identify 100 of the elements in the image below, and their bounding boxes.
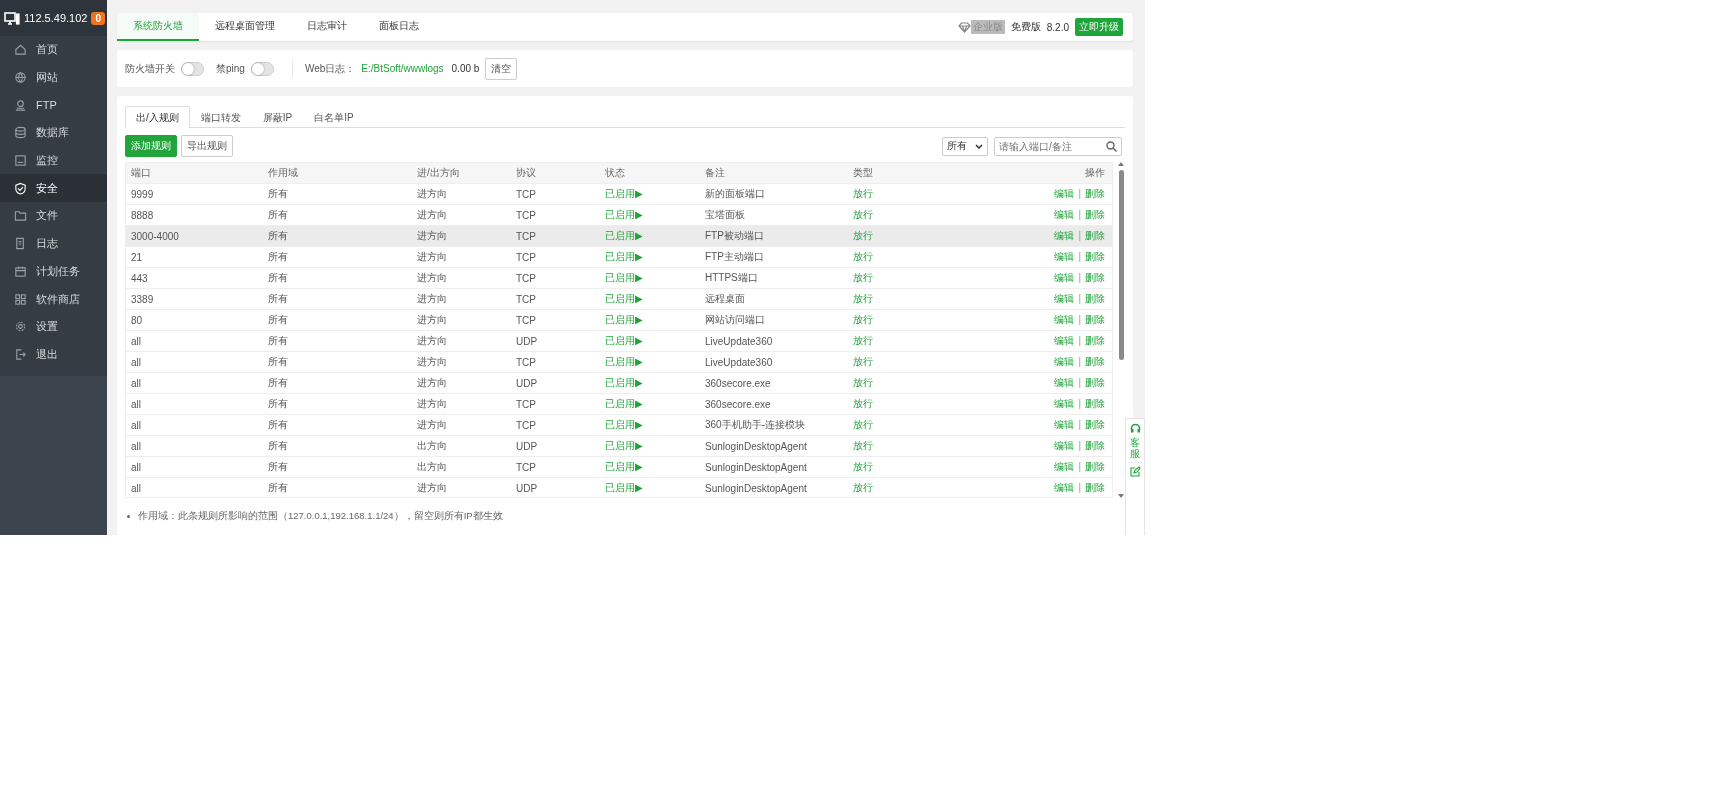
edit-link[interactable]: 编辑: [1054, 335, 1075, 346]
sidebar-item[interactable]: 退出: [0, 340, 107, 369]
status-link[interactable]: 已启用▶: [605, 188, 643, 199]
sidebar-item[interactable]: 首页: [0, 36, 107, 64]
status-link[interactable]: 已启用▶: [605, 398, 643, 409]
table-cell: 进方向: [417, 251, 447, 262]
add-rule-button[interactable]: 添加规则: [125, 135, 177, 157]
filter-dropdown[interactable]: 所有: [942, 136, 988, 156]
status-link[interactable]: 已启用▶: [605, 314, 643, 325]
separator: |: [1078, 377, 1081, 388]
sidebar-item[interactable]: 设置: [0, 312, 107, 341]
status-link[interactable]: 已启用▶: [605, 251, 643, 262]
headset-icon: [1129, 423, 1141, 434]
edit-link[interactable]: 编辑: [1054, 356, 1075, 367]
status-link[interactable]: 已启用▶: [605, 272, 643, 283]
search-icon: [1106, 140, 1117, 152]
status-link[interactable]: 已启用▶: [605, 482, 643, 493]
table-cell: 进方向: [417, 314, 447, 325]
table-cell: 443: [131, 272, 148, 284]
table-cell: 所有: [268, 230, 288, 241]
toggle-switch[interactable]: [181, 61, 204, 76]
table-cell: 宝塔面板: [705, 209, 745, 220]
delete-link[interactable]: 删除: [1085, 377, 1105, 388]
computer-icon: [4, 11, 20, 25]
status-link[interactable]: 已启用▶: [605, 461, 643, 472]
delete-link[interactable]: 删除: [1085, 188, 1105, 199]
tab[interactable]: 日志审计: [291, 13, 363, 41]
delete-link[interactable]: 删除: [1085, 230, 1105, 241]
sidebar-item[interactable]: 计划任务: [0, 257, 107, 286]
edit-link[interactable]: 编辑: [1054, 251, 1075, 262]
search-field[interactable]: 请输入端口/备注: [994, 136, 1122, 156]
edit-link[interactable]: 编辑: [1054, 461, 1075, 472]
globe-icon: [14, 71, 27, 85]
tab[interactable]: 系统防火墙: [117, 13, 199, 41]
separator: |: [1078, 398, 1081, 409]
table-cell: 9999: [131, 188, 154, 200]
toggle-label: 防火墙开关: [125, 61, 175, 76]
delete-link[interactable]: 删除: [1085, 293, 1105, 304]
edit-link[interactable]: 编辑: [1054, 188, 1075, 199]
delete-link[interactable]: 删除: [1085, 461, 1105, 472]
sidebar-item[interactable]: 软件商店: [0, 285, 107, 313]
tab[interactable]: 出/入规则: [125, 106, 190, 128]
status-link[interactable]: 已启用▶: [605, 419, 643, 430]
delete-link[interactable]: 删除: [1085, 419, 1105, 430]
status-link[interactable]: 已启用▶: [605, 356, 643, 367]
delete-link[interactable]: 删除: [1085, 272, 1105, 283]
status-link[interactable]: 已启用▶: [605, 335, 643, 346]
delete-link[interactable]: 删除: [1085, 335, 1105, 346]
sidebar-item[interactable]: 安全: [0, 174, 107, 203]
sidebar-item[interactable]: 数据库: [0, 119, 107, 147]
edit-link[interactable]: 编辑: [1054, 314, 1075, 325]
status-link[interactable]: 已启用▶: [605, 377, 643, 388]
delete-link[interactable]: 删除: [1085, 398, 1105, 409]
status-link[interactable]: 已启用▶: [605, 293, 643, 304]
table-cell: 放行: [853, 209, 873, 220]
upgrade-button[interactable]: 立即升级: [1075, 18, 1123, 36]
tab[interactable]: 白名单IP: [303, 106, 365, 128]
sidebar-item[interactable]: FTP: [0, 91, 107, 120]
table-cell: 新的面板端口: [705, 188, 765, 199]
toggle-switch[interactable]: [250, 61, 274, 76]
table-cell: 3000-4000: [131, 230, 179, 242]
edit-link[interactable]: 编辑: [1054, 377, 1075, 388]
log-path-link[interactable]: E:/BtSoft/wwwlogs: [361, 63, 444, 74]
status-link[interactable]: 已启用▶: [605, 440, 643, 451]
separator: |: [1078, 314, 1081, 325]
export-button[interactable]: 导出规则: [181, 135, 233, 157]
sidebar-item[interactable]: 网站: [0, 63, 107, 92]
clear-button[interactable]: 清空: [485, 57, 518, 80]
sidebar-item[interactable]: 监控: [0, 146, 107, 175]
delete-link[interactable]: 删除: [1085, 440, 1105, 451]
table-cell: SunloginDesktopAgent: [705, 482, 807, 494]
edit-link[interactable]: 编辑: [1054, 272, 1075, 283]
edit-link[interactable]: 编辑: [1054, 293, 1075, 304]
tab[interactable]: 面板日志: [363, 13, 435, 41]
delete-link[interactable]: 删除: [1085, 356, 1105, 367]
column-header: 状态: [604, 166, 626, 180]
sidebar-item[interactable]: 文件: [0, 202, 107, 230]
delete-link[interactable]: 删除: [1085, 314, 1105, 325]
scroll-up-icon: [1118, 162, 1124, 166]
scrollbar[interactable]: [1117, 162, 1125, 498]
status-link[interactable]: 已启用▶: [605, 230, 643, 241]
table-cell: TCP: [516, 356, 536, 368]
edit-link[interactable]: 编辑: [1054, 440, 1075, 451]
table-cell: TCP: [516, 419, 536, 431]
delete-link[interactable]: 删除: [1085, 482, 1105, 493]
edit-link[interactable]: 编辑: [1054, 419, 1075, 430]
delete-link[interactable]: 删除: [1085, 209, 1105, 220]
status-link[interactable]: 已启用▶: [605, 209, 643, 220]
support-widget[interactable]: 客服: [1125, 418, 1145, 535]
tab[interactable]: 远程桌面管理: [199, 13, 291, 41]
table-cell: 放行: [853, 314, 873, 325]
edit-link[interactable]: 编辑: [1054, 482, 1075, 493]
tab[interactable]: 屏蔽IP: [251, 106, 304, 128]
edit-link[interactable]: 编辑: [1054, 398, 1075, 409]
edit-link[interactable]: 编辑: [1054, 230, 1075, 241]
table-cell: 进方向: [417, 377, 447, 388]
sidebar-item[interactable]: 日志: [0, 229, 107, 258]
tab[interactable]: 端口转发: [189, 106, 252, 128]
edit-link[interactable]: 编辑: [1054, 209, 1075, 220]
delete-link[interactable]: 删除: [1085, 251, 1105, 262]
